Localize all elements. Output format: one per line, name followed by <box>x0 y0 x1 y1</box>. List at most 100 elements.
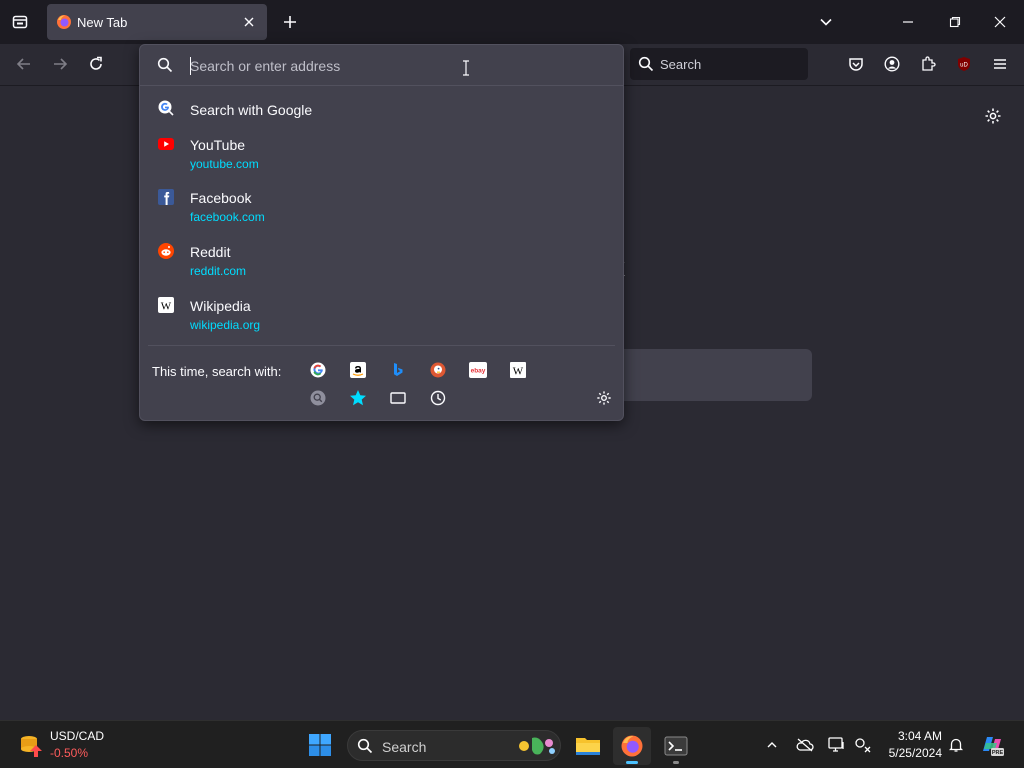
ublock-origin-button[interactable]: uD <box>952 52 976 76</box>
text-caret <box>190 57 191 75</box>
cloud-off-icon <box>796 738 814 752</box>
puzzle-icon <box>922 56 936 71</box>
arrow-right-icon <box>54 58 68 70</box>
oneoff-bookmarks-button[interactable] <box>348 388 368 408</box>
oneoff-bing-button[interactable] <box>388 360 408 380</box>
svg-text:uD: uD <box>960 63 968 69</box>
taskbar-search-box[interactable]: Search <box>347 730 561 761</box>
result-url: youtube.com <box>190 157 259 171</box>
search-icon <box>310 390 326 406</box>
search-settings-button[interactable] <box>594 388 614 408</box>
google-search-icon <box>158 100 174 116</box>
bookmarks-icon <box>350 390 366 406</box>
search-icon <box>157 57 173 73</box>
monitor-icon <box>828 737 844 752</box>
windows-taskbar: USD/CAD -0.50% Search 3:04 AM 5/25/2024 … <box>0 720 1024 768</box>
copilot-button[interactable]: PRE <box>978 733 1006 757</box>
duckduckgo-icon <box>430 362 446 378</box>
oneoff-search-mode-button[interactable] <box>308 388 328 408</box>
network-tray-button[interactable] <box>851 733 875 757</box>
history-icon <box>430 390 446 406</box>
onedrive-tray-button[interactable] <box>793 733 817 757</box>
active-app-indicator <box>626 761 638 764</box>
copilot-icon: PRE <box>983 737 1004 756</box>
currency-widget-icon[interactable] <box>16 731 44 759</box>
taskbar-firefox[interactable] <box>613 727 651 765</box>
notifications-button[interactable] <box>944 733 968 757</box>
ublock-icon: uD <box>958 57 970 71</box>
oneoff-tabs-button[interactable] <box>388 388 408 408</box>
windows-start-icon[interactable] <box>308 733 332 757</box>
search-icon <box>357 738 373 754</box>
oneoff-duckduckgo-button[interactable] <box>428 360 448 380</box>
bell-icon <box>948 738 964 752</box>
folder-icon <box>576 738 600 755</box>
tabs-icon <box>390 392 406 404</box>
close-icon <box>244 17 254 27</box>
result-title: Facebook <box>190 190 252 206</box>
taskbar-terminal[interactable] <box>657 727 695 765</box>
app-menu-button[interactable] <box>988 52 1012 76</box>
show-hidden-icons-button[interactable] <box>760 733 784 757</box>
widget-currency-change: -0.50% <box>50 746 89 760</box>
ebay-icon: ebay <box>469 362 487 378</box>
taskbar-search-placeholder: Search <box>382 739 427 755</box>
tab-close-button[interactable] <box>240 13 258 31</box>
search-icon <box>638 56 654 72</box>
minimize-icon <box>903 21 913 23</box>
result-wikipedia[interactable]: W Wikipedia wikipedia.org <box>140 294 623 338</box>
forward-button[interactable] <box>48 52 72 76</box>
svg-text:W: W <box>513 366 524 378</box>
firefox-view-icon <box>12 15 28 29</box>
firefox-view-button[interactable] <box>6 8 34 36</box>
result-url: wikipedia.org <box>190 318 261 332</box>
result-reddit[interactable]: Reddit reddit.com <box>140 240 623 284</box>
firefox-icon <box>57 15 71 29</box>
dropdown-separator <box>148 345 615 346</box>
result-search-with-google[interactable]: Search with Google <box>140 97 623 123</box>
facebook-icon <box>158 189 174 205</box>
minimize-button[interactable] <box>896 10 920 34</box>
clock-date[interactable]: 5/25/2024 <box>884 746 942 760</box>
window-close-button[interactable] <box>988 10 1012 34</box>
result-title: YouTube <box>190 137 246 153</box>
bing-icon <box>394 363 403 376</box>
account-icon <box>884 56 900 72</box>
back-button[interactable] <box>12 52 36 76</box>
network-off-icon <box>855 738 871 753</box>
account-button[interactable] <box>880 52 904 76</box>
reload-button[interactable] <box>84 52 108 76</box>
svg-text:W: W <box>161 301 172 313</box>
clock-time[interactable]: 3:04 AM <box>896 729 942 743</box>
plus-icon <box>284 16 296 28</box>
display-tray-button[interactable] <box>825 733 849 757</box>
gear-icon <box>597 391 611 405</box>
extensions-button[interactable] <box>916 52 940 76</box>
close-icon <box>994 16 1006 28</box>
open-app-indicator <box>673 761 679 764</box>
oneoff-ebay-button[interactable]: ebay <box>468 360 488 380</box>
taskbar-file-explorer[interactable] <box>569 727 607 765</box>
restore-button[interactable] <box>943 10 967 34</box>
toolbar-search-box[interactable]: Search <box>630 48 808 80</box>
oneoff-wikipedia-button[interactable]: W <box>508 360 528 380</box>
wikipedia-icon: W <box>158 297 174 313</box>
list-all-tabs-button[interactable] <box>814 10 838 34</box>
wikipedia-icon: W <box>510 362 526 378</box>
newtab-search-box[interactable] <box>600 349 812 401</box>
result-youtube[interactable]: YouTube youtube.com <box>140 133 623 177</box>
oneoff-amazon-button[interactable] <box>348 360 368 380</box>
newtab-settings-button[interactable] <box>981 104 1005 128</box>
new-tab-button[interactable] <box>278 10 302 34</box>
search-highlight-icon <box>519 737 555 755</box>
result-title: Search with Google <box>190 102 313 118</box>
pocket-button[interactable] <box>844 52 868 76</box>
urlbar-input-row <box>140 45 623 86</box>
result-facebook[interactable]: Facebook facebook.com <box>140 186 623 230</box>
gear-icon <box>985 108 1001 124</box>
oneoff-google-button[interactable] <box>308 360 328 380</box>
reddit-icon <box>158 243 174 259</box>
oneoff-history-button[interactable] <box>428 388 448 408</box>
urlbar-input[interactable] <box>190 53 610 79</box>
tab-new-tab[interactable]: New Tab <box>47 4 267 40</box>
